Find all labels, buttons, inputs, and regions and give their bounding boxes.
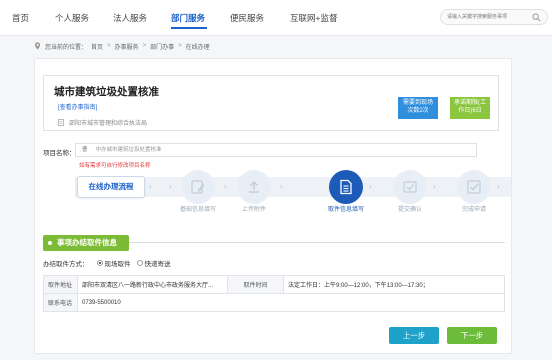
chevron-right-icon: › [224,182,227,191]
search-box [440,9,548,25]
deadline-badge: 承诺期限(工 作日)6日 [450,97,490,119]
step-pickup-info [329,170,363,204]
guide-link[interactable]: [查看办事指南] [58,102,97,111]
step-label: 上传附件 [241,207,266,213]
pickup-method-label: 办结取件方式： [43,261,89,268]
chevron-right-icon: › [369,182,372,191]
breadcrumb-prefix: 您当前的位置： [45,44,88,51]
pickup-info-table: 取件地址 邵阳市双清区八一路新行政中心市政务服务大厅... 取件时间 法定工作日… [43,275,505,312]
edit-icon [191,180,205,194]
step-label: 取件信息填写 [327,207,364,213]
breadcrumb-item-online: 在线办理 [185,44,210,51]
steps-label: 在线办理流程 [77,176,145,198]
option-onsite[interactable]: 现场取件 [96,258,131,268]
location-pin-icon [34,42,41,50]
table-row: 取件地址 邵阳市双清区八一路新行政中心市政务服务大厅... 取件时间 法定工作日… [43,275,505,294]
chevron-right-icon: › [280,182,283,191]
previous-step-button[interactable]: 上一步 [389,327,439,344]
section-title: 事项办结取件信息 [43,235,129,251]
breadcrumb-item-services[interactable]: 办事服务 [115,42,139,51]
next-step-button[interactable]: 下一步 [447,327,497,344]
document-icon [58,119,64,126]
step-upload [237,170,271,204]
nav-active-underline [171,27,207,29]
time-label: 取件时间 [227,275,284,294]
step-complete [457,170,491,204]
section-divider [129,242,505,243]
time-value: 法定工作日：上午9:00—12:00，下午13:00—17:30； [283,275,505,294]
project-name-value: 中办城市建筑垃圾处置核准 [95,147,162,153]
phone-label: 联系电话 [43,293,78,312]
step-label: 基础信息填写 [179,207,216,213]
radio-onsite[interactable] [96,260,103,266]
nav-internet-supervision[interactable]: 互联网+监督 [290,12,337,24]
bullet-icon [48,241,52,245]
top-nav: 首页 个人服务 法人服务 部门服务 便民服务 互联网+监督 [0,0,552,36]
nav-corporate-services[interactable]: 法人服务 [113,12,147,24]
nav-home[interactable]: 首页 [12,12,29,24]
table-row: 联系电话 0739-5500010 [43,293,505,312]
breadcrumb-item-home[interactable]: 首页 [91,42,103,51]
onsite-visits-text: 需要到现场 次数2次 [402,100,433,114]
department-row: 邵阳市城市管理和综合执法局 [58,118,147,127]
deadline-text: 承诺期限(工 作日)6日 [454,100,486,114]
step-basic-info [181,170,215,204]
address-value: 邵阳市双清区八一路新行政中心市政务服务大厅... [77,275,228,294]
step-submit [393,170,427,204]
submit-icon [403,181,417,193]
upload-icon [249,180,259,193]
project-name-hint: 如有需求可自行修改项目名称 [79,163,151,169]
item-title: 城市建筑垃圾处置核准 [54,86,159,98]
step-label: 完成申请 [461,207,486,213]
item-header: 城市建筑垃圾处置核准 [查看办事指南] 邵阳市城市管理和综合执法局 需要到现场 … [43,75,499,131]
project-name-label: 项目名称： [43,150,76,157]
chevron-right-icon: › [497,182,500,191]
breadcrumb-item-department[interactable]: 部门办事 [150,42,174,51]
option-express[interactable]: 快递寄送 [136,258,171,268]
breadcrumb-separator: > [178,43,182,49]
pickup-method-row: 办结取件方式： 现场取件 快递寄送 [43,258,177,268]
nav-convenience-services[interactable]: 便民服务 [230,12,264,24]
option-onsite-label: 现场取件 [104,261,131,268]
address-label: 取件地址 [43,275,78,294]
phone-value: 0739-5500010 [77,293,505,312]
nav-personal-services[interactable]: 个人服务 [55,12,89,24]
main-panel: 城市建筑垃圾处置核准 [查看办事指南] 邵阳市城市管理和综合执法局 需要到现场 … [34,58,512,354]
chevron-right-icon: › [433,182,436,191]
step-label: 提交确认 [397,207,422,213]
chevron-right-icon: › [169,182,172,191]
search-icon[interactable] [532,13,541,22]
breadcrumb-separator: > [142,43,147,49]
chevron-right-icon: › [149,182,152,191]
section-title-text: 事项办结取件信息 [57,238,117,247]
breadcrumb-separator: > [107,43,111,49]
project-name-input[interactable]: 曹 中办城市建筑垃圾处置核准 [75,143,477,157]
onsite-visits-badge: 需要到现场 次数2次 [398,97,438,119]
document-icon [340,179,352,195]
nav-department-services[interactable]: 部门服务 [171,12,205,24]
project-name-prefix: 曹 [82,147,88,153]
department-name: 邵阳市城市管理和综合执法局 [69,121,148,127]
search-input[interactable] [447,12,527,22]
check-icon [467,180,481,194]
option-express-label: 快递寄送 [144,261,171,268]
breadcrumb: 您当前的位置： 首页 > 办事服务 > 部门办事 > 在线办理 [34,41,210,51]
radio-express[interactable] [136,260,143,266]
